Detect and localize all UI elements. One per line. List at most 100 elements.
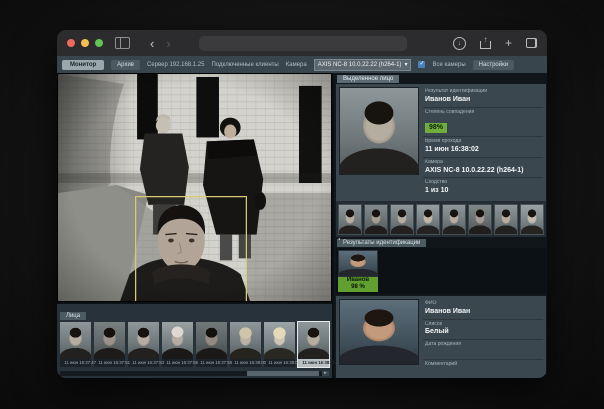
face-timestamp: 11 июн 16:37:58 [200,360,222,366]
browser-window: ‹ › ↓ ↑ + Монитор Архив Сервер 192.168.1… [57,30,547,378]
face-timestamp: 11 июн 16:37:53 [132,360,154,366]
field-value: 1 из 10 [425,187,541,196]
faces-thumbnails: 11 июн 16:37:47 11 июн 16:37:51 11 июн 1… [57,322,332,367]
identification-panel: Выделенное лицо Результат идентификацииИ… [332,73,547,378]
face-photo [298,322,329,359]
settings-button[interactable]: Настройки [473,60,514,70]
face-thumbnail[interactable]: 11 июн 16:38:01 [264,322,295,367]
all-cameras-label: Все камеры [432,62,465,68]
share-icon[interactable]: ↑ [480,37,491,49]
app-content: Лица 11 июн 16:37:47 11 июн 16:37:51 11 … [57,73,547,378]
candidate-thumbnail[interactable] [338,204,362,235]
field-value: Белый [425,328,541,337]
field-label: Камера [425,159,524,166]
face-thumbnail[interactable]: 11 июн 16:37:58 [196,322,227,367]
candidate-thumbnail[interactable] [390,204,414,235]
tab-monitor[interactable]: Монитор [62,60,104,70]
face-thumbnail[interactable]: 11 июн 16:37:53 [128,322,159,367]
app-toolbar: Монитор Архив Сервер 192.168.1.25 Подклю… [57,56,547,73]
face-thumbnail[interactable]: 11 июн 16:37:55 [162,322,193,367]
candidate-thumbnail[interactable] [468,204,492,235]
selected-face-fields: Результат идентификацииИванов Иван Степе… [423,87,543,198]
desktop-background: ‹ › ↓ ↑ + Монитор Архив Сервер 192.168.1… [0,0,604,409]
field-label: Список [425,321,524,328]
face-photo [196,322,227,359]
person-fields: ФИОИванов Иван СписокБелый Дата рождения… [423,299,543,378]
candidate-thumbnail[interactable] [520,204,544,235]
close-button[interactable] [67,39,75,47]
face-thumbnail[interactable]: 11 июн 16:37:47 [60,322,91,367]
face-photo [128,322,159,359]
results-header-tab[interactable]: Результаты идентификации [337,239,426,247]
field-label: Сходство [425,180,524,187]
candidate-thumbnail[interactable] [442,204,466,235]
face-timestamp: 11 июн 16:37:55 [166,360,188,366]
face-timestamp: 11 июн 16:38:02 [302,360,324,366]
person-photo [339,299,419,365]
field-label: Результат идентификации [425,89,524,96]
detected-faces-strip: Лица 11 июн 16:37:47 11 июн 16:37:51 11 … [57,302,332,378]
back-button[interactable]: ‹ [144,37,160,50]
face-thumbnail[interactable]: 11 июн 16:38:00 [230,322,261,367]
field-value: Иванов Иван [425,308,541,317]
scrollbar-thumb[interactable] [247,371,319,376]
match-photo [338,250,378,277]
camera-label: Камера [286,62,307,68]
tab-selected-face[interactable]: Выделенное лицо [337,75,399,83]
match-percent: 98 % [338,284,378,292]
field-label: Комментарий [425,361,524,368]
browser-actions: ↓ ↑ + [453,37,537,50]
face-timestamp: 11 июн 16:38:00 [234,360,256,366]
chevron-down-icon: ▾ [404,61,407,68]
face-detection-box[interactable] [135,196,247,302]
sidebar-icon[interactable] [115,37,130,49]
traffic-lights [67,39,103,47]
candidate-thumbnails [336,201,546,237]
match-percent-badge: 98% [425,123,447,132]
candidate-thumbnail[interactable] [364,204,388,235]
left-column: Лица 11 июн 16:37:47 11 июн 16:37:51 11 … [57,73,332,378]
field-value: Иванов Иван [425,96,541,105]
face-thumbnail[interactable]: 11 июн 16:37:51 [94,322,125,367]
zoom-button[interactable] [95,39,103,47]
face-thumbnail-selected[interactable]: 11 июн 16:38:02 [298,322,329,367]
field-label: Дата рождения [425,342,524,349]
person-section: ФИОИванов Иван СписокБелый Дата рождения… [336,296,546,378]
tabs-overview-icon[interactable] [526,38,537,48]
match-card[interactable]: Иванов 98 % [338,250,378,292]
camera-video[interactable] [57,73,332,302]
face-photo [264,322,295,359]
clients-link[interactable]: Подключенные клиенты [212,62,279,68]
scroll-right-icon[interactable]: ▸ [322,371,329,376]
candidate-thumbnail[interactable] [494,204,518,235]
face-photo [230,322,261,359]
browser-titlebar: ‹ › ↓ ↑ + [57,30,547,56]
selected-face-photo [339,87,419,175]
selected-face-section: Результат идентификацииИванов Иван Степе… [336,84,546,201]
face-timestamp: 11 июн 16:38:01 [268,360,290,366]
camera-select[interactable]: AXIS NC-8 10.0.22.22 (h264-1) ▾ [314,59,412,71]
field-label: ФИО [425,301,524,308]
minimize-button[interactable] [81,39,89,47]
face-photo [162,322,193,359]
tab-archive[interactable]: Архив [111,60,140,70]
server-label: Сервер 192.168.1.25 [147,62,205,68]
faces-scrollbar[interactable]: ▸ [60,371,329,376]
face-timestamp: 11 июн 16:37:47 [64,360,86,366]
field-label: Степень совпадения [425,109,524,116]
download-icon[interactable]: ↓ [453,37,466,50]
address-bar[interactable] [199,36,407,51]
match-name: Иванов [338,277,378,285]
field-value: 11 июн 16:38:02 [425,146,541,155]
face-photo [60,322,91,359]
forward-button[interactable]: › [160,37,176,50]
field-value [425,369,541,377]
candidate-thumbnail[interactable] [416,204,440,235]
camera-select-value: AXIS NC-8 10.0.22.22 (h264-1) [318,62,402,68]
face-timestamp: 11 июн 16:37:51 [98,360,120,366]
all-cameras-checkbox[interactable]: ✓ [418,61,425,68]
tab-faces[interactable]: Лица [60,312,86,320]
face-photo [94,322,125,359]
field-label: Время прохода [425,139,524,146]
new-tab-icon[interactable]: + [505,37,512,49]
